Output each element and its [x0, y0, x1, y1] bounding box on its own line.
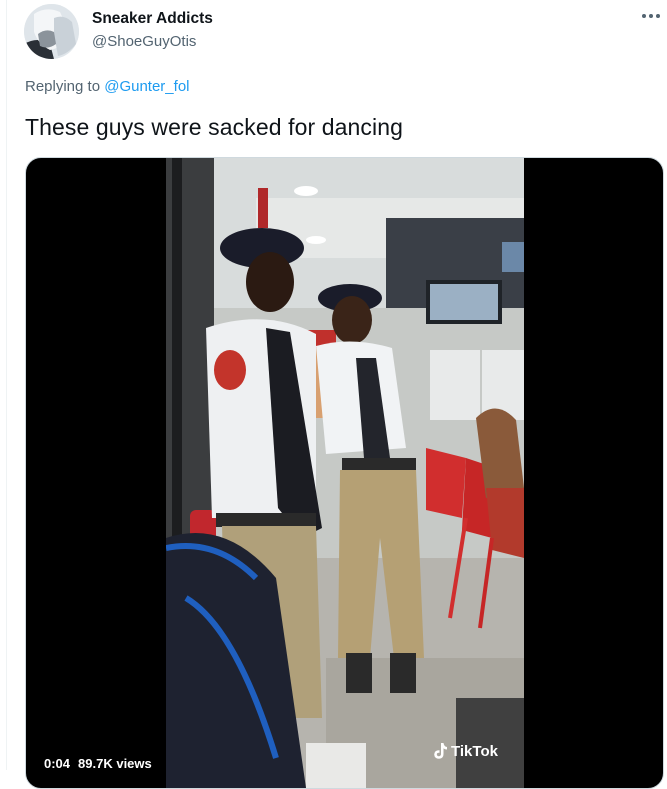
- replying-to: Replying to @Gunter_fol: [25, 78, 190, 95]
- more-options-button[interactable]: [638, 6, 664, 26]
- video-time: 0:04: [44, 756, 71, 771]
- video-player[interactable]: [25, 157, 664, 789]
- video-frame: [166, 158, 524, 788]
- reply-mention-link[interactable]: @Gunter_fol: [104, 78, 189, 95]
- replying-to-label: Replying to: [25, 78, 101, 95]
- video-meta: 0:04 89.7K views: [44, 756, 152, 771]
- author-handle[interactable]: @ShoeGuyOtis: [92, 33, 196, 50]
- video-views: 89.7K views: [78, 756, 152, 771]
- tiktok-label: TikTok: [451, 742, 498, 760]
- author-name[interactable]: Sneaker Addicts: [92, 10, 213, 28]
- more-dots-icon: [642, 14, 660, 18]
- tiktok-note-icon: [434, 743, 447, 759]
- tweet: Sneaker Addicts @ShoeGuyOtis Replying to…: [0, 0, 667, 789]
- avatar[interactable]: [24, 4, 79, 59]
- tiktok-watermark: TikTok: [432, 742, 498, 760]
- avatar-image: [24, 4, 79, 59]
- tweet-text: These guys were sacked for dancing: [25, 114, 403, 140]
